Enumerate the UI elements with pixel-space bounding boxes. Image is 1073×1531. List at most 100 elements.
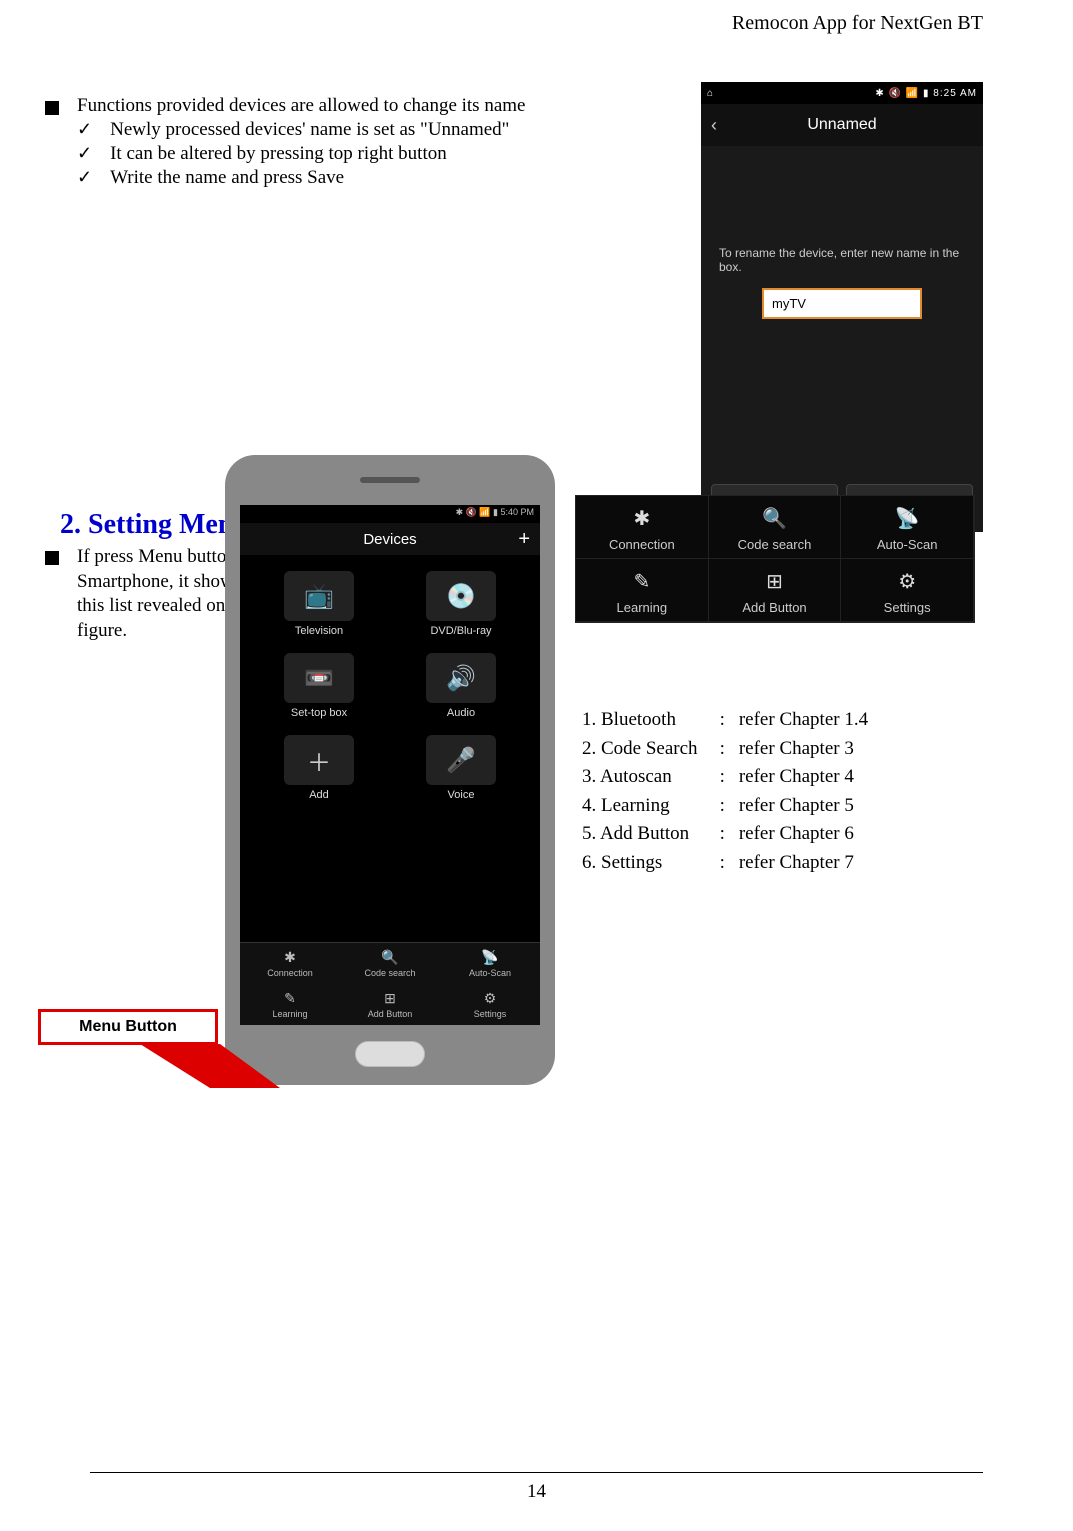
- menu-button-callout: Menu Button: [38, 1009, 218, 1045]
- ref-row: 2. Code Search:refer Chapter 3: [582, 736, 876, 763]
- menu-label: Code search: [364, 968, 415, 978]
- ref-chapter: refer Chapter 1.4: [739, 707, 876, 734]
- add-icon: ＋: [284, 735, 354, 785]
- main-bullet-text: Functions provided devices are allowed t…: [77, 95, 525, 117]
- status-bar: ✱ 🔇 📶 ▮ 5:40 PM: [240, 505, 540, 523]
- panel-codesearch[interactable]: 🔍Code search: [709, 496, 842, 559]
- screen-title: Unnamed: [807, 116, 876, 134]
- device-label: DVD/Blu-ray: [430, 625, 491, 637]
- ref-name: 5. Add Button: [582, 821, 706, 848]
- sub-bullet-text: Newly processed devices' name is set as …: [110, 119, 509, 141]
- rename-input[interactable]: myTV: [762, 288, 922, 319]
- back-arrow-icon[interactable]: ‹: [711, 115, 717, 136]
- colon: :: [708, 793, 737, 820]
- device-add[interactable]: ＋ Add: [248, 727, 390, 809]
- gear-icon: ⚙: [898, 569, 916, 594]
- panel-label: Learning: [617, 600, 668, 615]
- ref-chapter: refer Chapter 7: [739, 850, 876, 877]
- menu-connection[interactable]: ✱ Connection: [240, 943, 340, 984]
- menu-panel: ✱ Connection 🔍Code search 📡 Auto-Scan ✎ Lea…: [575, 495, 975, 623]
- status-bar: ⌂ ✱ 🔇 📶 ▮ 8:25 AM: [701, 82, 983, 104]
- panel-label: Connection: [609, 537, 675, 552]
- sub-bullet-text: It can be altered by pressing top right …: [110, 143, 447, 165]
- colon: :: [708, 850, 737, 877]
- status-right: ✱ 🔇 📶 ▮ 8:25 AM: [875, 88, 977, 99]
- ref-name: 4. Learning: [582, 793, 706, 820]
- device-label: Audio: [447, 707, 475, 719]
- colon: :: [708, 821, 737, 848]
- ref-row: 6. Settings:refer Chapter 7: [582, 850, 876, 877]
- panel-connection[interactable]: ✱ Connection: [576, 496, 709, 559]
- panel-settings[interactable]: ⚙ Settings: [841, 559, 974, 622]
- reference-table: 1. Bluetooth:refer Chapter 1.4 2. Code S…: [580, 705, 878, 879]
- voice-icon: 🎤: [426, 735, 496, 785]
- gear-icon: ⚙: [484, 990, 497, 1007]
- devices-phone-frame: ✱ 🔇 📶 ▮ 5:40 PM Devices + 📺 Television 💿D…: [225, 455, 555, 1085]
- menu-label: Add Button: [368, 1009, 413, 1019]
- bottom-menu-row: ✱ Connection 🔍Code search 📡 Auto-Scan ✎ Lea…: [240, 942, 540, 1025]
- menu-label: Learning: [272, 1009, 307, 1019]
- panel-label: Auto-Scan: [877, 537, 938, 552]
- colon: :: [708, 736, 737, 763]
- menu-autoscan[interactable]: 📡 Auto-Scan: [440, 943, 540, 984]
- device-audio[interactable]: 🔊 Audio: [390, 645, 532, 727]
- bluetooth-icon: ✱: [633, 506, 650, 531]
- panel-label: Settings: [884, 600, 931, 615]
- check-icon: ✓: [77, 143, 92, 165]
- home-button[interactable]: [355, 1041, 425, 1067]
- device-label: Add: [309, 789, 329, 801]
- ref-name: 2. Code Search: [582, 736, 706, 763]
- bluetooth-icon: ✱: [284, 949, 296, 966]
- menu-settings[interactable]: ⚙ Settings: [440, 984, 540, 1025]
- device-label: Voice: [448, 789, 475, 801]
- panel-addbutton[interactable]: ⊞Add Button: [709, 559, 842, 622]
- edit-icon: ✎: [633, 569, 650, 594]
- add-device-icon[interactable]: +: [518, 528, 530, 551]
- search-icon: 🔍: [762, 506, 787, 531]
- menu-label: Connection: [267, 968, 313, 978]
- ref-chapter: refer Chapter 6: [739, 821, 876, 848]
- edit-icon: ✎: [284, 990, 296, 1007]
- title-bar: Devices +: [240, 523, 540, 555]
- speaker-slot: [360, 477, 420, 483]
- ref-name: 3. Autoscan: [582, 764, 706, 791]
- ref-chapter: refer Chapter 5: [739, 793, 876, 820]
- device-grid: 📺 Television 💿DVD/Blu-ray 📼Set-top box 🔊 A…: [240, 555, 540, 817]
- devices-screen: ✱ 🔇 📶 ▮ 5:40 PM Devices + 📺 Television 💿D…: [240, 505, 540, 1025]
- device-settopbox[interactable]: 📼Set-top box: [248, 645, 390, 727]
- ref-chapter: refer Chapter 4: [739, 764, 876, 791]
- ref-chapter: refer Chapter 3: [739, 736, 876, 763]
- device-label: Television: [295, 625, 343, 637]
- ref-row: 3. Autoscan:refer Chapter 4: [582, 764, 876, 791]
- panel-label: Add Button: [742, 600, 806, 615]
- ref-row: 4. Learning:refer Chapter 5: [582, 793, 876, 820]
- antenna-icon: 📡: [895, 506, 920, 531]
- square-bullet-icon: [45, 101, 59, 115]
- colon: :: [708, 707, 737, 734]
- addbutton-icon: ⊞: [384, 990, 396, 1007]
- device-television[interactable]: 📺 Television: [248, 563, 390, 645]
- menu-addbutton[interactable]: ⊞ Add Button: [340, 984, 440, 1025]
- panel-autoscan[interactable]: 📡 Auto-Scan: [841, 496, 974, 559]
- rename-instruction: To rename the device, enter new name in …: [719, 246, 965, 274]
- page-number: 14: [527, 1481, 546, 1503]
- menu-learning[interactable]: ✎ Learning: [240, 984, 340, 1025]
- ref-name: 1. Bluetooth: [582, 707, 706, 734]
- ref-row: 1. Bluetooth:refer Chapter 1.4: [582, 707, 876, 734]
- settopbox-icon: 📼: [284, 653, 354, 703]
- antenna-icon: 📡: [481, 949, 498, 966]
- device-voice[interactable]: 🎤 Voice: [390, 727, 532, 809]
- menu-label: Auto-Scan: [469, 968, 511, 978]
- menu-codesearch[interactable]: 🔍Code search: [340, 943, 440, 984]
- panel-learning[interactable]: ✎ Learning: [576, 559, 709, 622]
- television-icon: 📺: [284, 571, 354, 621]
- check-icon: ✓: [77, 167, 92, 189]
- device-dvd[interactable]: 💿DVD/Blu-ray: [390, 563, 532, 645]
- colon: :: [708, 764, 737, 791]
- callout-arrow: [140, 1044, 280, 1088]
- title-bar: ‹ Unnamed: [701, 104, 983, 146]
- check-icon: ✓: [77, 119, 92, 141]
- audio-icon: 🔊: [426, 653, 496, 703]
- ref-row: 5. Add Button:refer Chapter 6: [582, 821, 876, 848]
- menu-label: Settings: [474, 1009, 507, 1019]
